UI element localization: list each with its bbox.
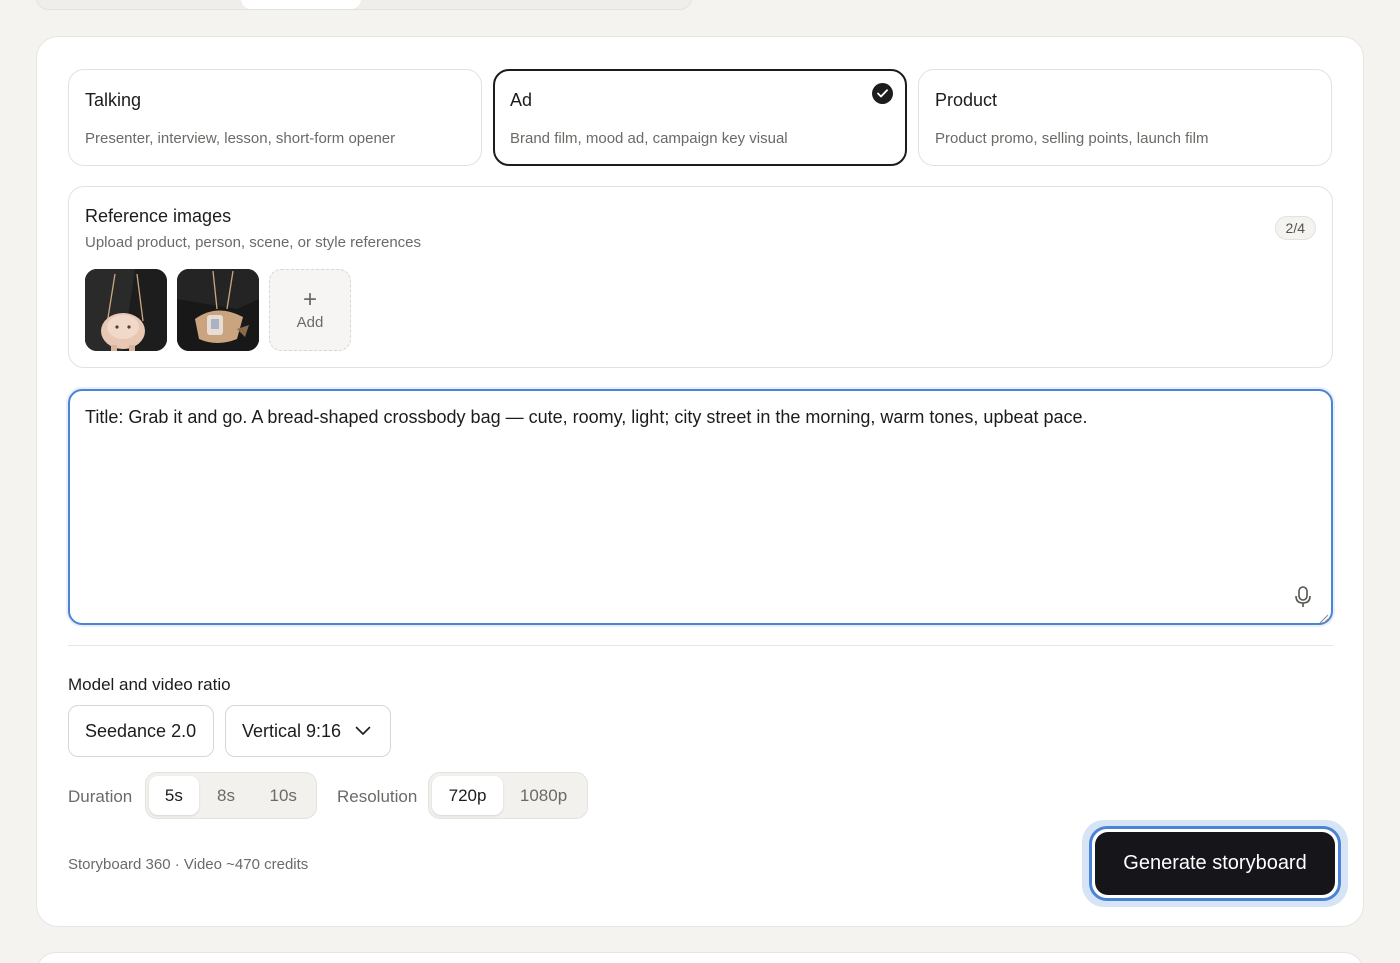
reference-thumbnail[interactable]	[177, 269, 259, 351]
duration-label: Duration	[68, 787, 133, 806]
ratio-select[interactable]: Vertical 9:16	[225, 705, 391, 757]
reference-title: Reference images	[85, 206, 232, 226]
ratio-value: Vertical 9:16	[242, 720, 342, 741]
prompt-textarea[interactable]: Title: Grab it and go. A bread-shaped cr…	[68, 389, 1333, 625]
microphone-icon[interactable]	[1293, 585, 1313, 609]
create-panel: Talking Presenter, interview, lesson, sh…	[36, 36, 1364, 927]
resolution-segmented-control: 720p 1080p	[428, 772, 588, 819]
reference-thumbnail[interactable]	[85, 269, 167, 351]
resolution-label: Resolution	[337, 787, 418, 806]
add-label: Add	[296, 313, 324, 331]
duration-option-10s[interactable]: 10s	[253, 776, 313, 815]
reference-images-section: Reference images Upload product, person,…	[68, 186, 1333, 368]
credits-info: Storyboard 360 · Video ~470 credits	[68, 856, 309, 873]
mode-title: Talking	[85, 90, 142, 110]
resolution-option-720p[interactable]: 720p	[432, 776, 504, 815]
add-reference-button[interactable]: + Add	[269, 269, 351, 351]
mode-title: Product	[935, 90, 998, 110]
reference-subtitle: Upload product, person, scene, or style …	[85, 234, 422, 251]
mode-description: Brand film, mood ad, campaign key visual	[510, 130, 788, 147]
divider	[68, 645, 1333, 646]
top-segmented-bar	[36, 0, 692, 10]
model-select[interactable]: Seedance 2.0	[68, 705, 214, 757]
top-segmented-active[interactable]	[241, 0, 361, 9]
mode-card-product[interactable]: Product Product promo, selling points, l…	[918, 69, 1332, 166]
mode-card-ad[interactable]: Ad Brand film, mood ad, campaign key vis…	[493, 69, 907, 166]
resize-handle-icon[interactable]	[1319, 611, 1329, 624]
generate-storyboard-button[interactable]: Generate storyboard	[1089, 826, 1341, 901]
generate-focus-ring: Generate storyboard	[1082, 820, 1348, 907]
plus-icon: +	[302, 285, 317, 313]
mode-card-talking[interactable]: Talking Presenter, interview, lesson, sh…	[68, 69, 482, 166]
mode-description: Product promo, selling points, launch fi…	[935, 130, 1209, 147]
duration-option-5s[interactable]: 5s	[149, 776, 199, 815]
duration-segmented-control: 5s 8s 10s	[145, 772, 317, 819]
mode-title: Ad	[510, 90, 533, 110]
model-value: Seedance 2.0	[85, 720, 197, 741]
next-panel	[36, 952, 1364, 963]
chevron-down-icon	[355, 726, 371, 735]
generate-label: Generate storyboard	[1095, 832, 1335, 895]
model-ratio-label: Model and video ratio	[68, 675, 231, 694]
check-icon	[872, 83, 893, 104]
resolution-option-1080p[interactable]: 1080p	[503, 776, 584, 815]
duration-option-8s[interactable]: 8s	[199, 776, 254, 815]
prompt-value: Title: Grab it and go. A bread-shaped cr…	[85, 407, 1088, 427]
reference-count-badge: 2/4	[1274, 216, 1316, 240]
mode-description: Presenter, interview, lesson, short-form…	[85, 130, 396, 147]
